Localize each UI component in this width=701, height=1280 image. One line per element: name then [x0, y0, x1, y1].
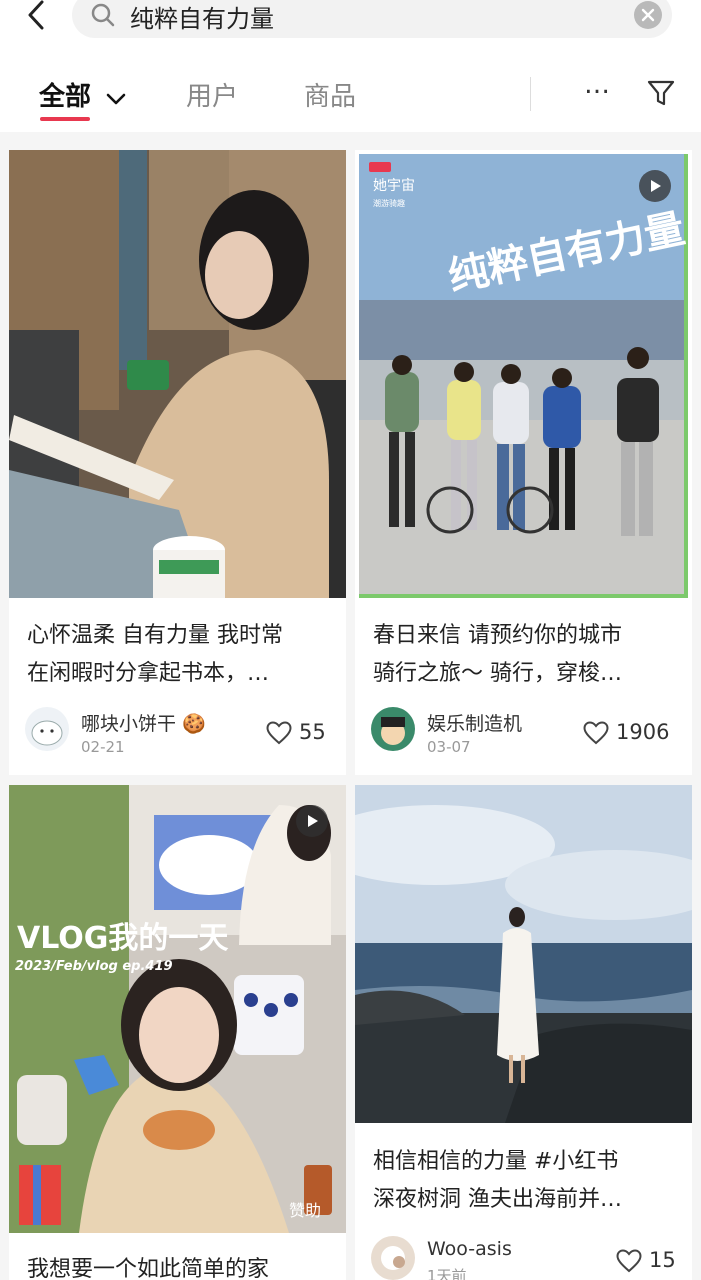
- post-title: 相信相信的力量 #小红书 深夜树洞 渔夫出海前并…: [373, 1143, 673, 1219]
- chevron-down-icon: [106, 83, 126, 113]
- post-cover-image: [9, 150, 346, 598]
- tab-users[interactable]: 用户: [186, 76, 238, 113]
- post-cover-image: VLOG我的一天 2023/Feb/vlog ep.419 赞助: [9, 785, 346, 1233]
- active-tab-indicator: [40, 117, 90, 121]
- post-card[interactable]: 心怀温柔 自有力量 我时常 在闲暇时分拿起书本，… 哪块小饼干 🍪 02-21 …: [9, 150, 346, 775]
- heart-icon[interactable]: [266, 721, 292, 745]
- post-cover-image: 她宇宙 潮游骑趣 纯粹自有力量: [355, 150, 692, 598]
- post-card[interactable]: VLOG我的一天 2023/Feb/vlog ep.419 赞助 我想要一个如此…: [9, 785, 346, 1280]
- sponsor-label: 赞助: [289, 1201, 322, 1220]
- play-icon[interactable]: [639, 170, 671, 202]
- tab-goods[interactable]: 商品: [304, 76, 356, 113]
- tab-all-label: 全部: [39, 82, 92, 112]
- more-button[interactable]: …: [584, 70, 612, 100]
- heart-icon[interactable]: [616, 1249, 642, 1273]
- back-arrow-icon[interactable]: [22, 0, 54, 32]
- post-card[interactable]: 她宇宙 潮游骑趣 纯粹自有力量 春日来信 请预约你的城市 骑行之旅～ 骑行，穿梭…: [355, 150, 692, 775]
- tab-divider: [530, 77, 531, 111]
- top-bar: 纯粹自有力量: [0, 0, 701, 42]
- like-count: 55: [299, 720, 326, 744]
- post-title-line: 骑行之旅～ 骑行，穿梭…: [373, 661, 622, 686]
- filter-tabs: 全部 用户 商品 …: [0, 42, 701, 132]
- like-count: 1906: [616, 720, 670, 744]
- avatar[interactable]: [371, 707, 415, 751]
- author-name[interactable]: 娱乐制造机: [427, 709, 522, 736]
- play-icon[interactable]: [296, 805, 328, 837]
- post-date: 1天前: [427, 1267, 467, 1280]
- post-cover-image: [355, 785, 692, 1123]
- post-title-line: 春日来信 请预约你的城市: [373, 623, 622, 648]
- search-icon: [90, 2, 116, 28]
- poster-brand-sub: 潮游骑趣: [373, 198, 405, 208]
- poster-brand: 她宇宙: [373, 178, 415, 194]
- author-name[interactable]: 哪块小饼干 🍪: [81, 709, 206, 736]
- post-title-line: 相信相信的力量 #小红书: [373, 1149, 619, 1174]
- filter-icon[interactable]: [646, 78, 676, 108]
- post-date: 03-07: [427, 738, 471, 756]
- post-title: 我想要一个如此简单的家: [27, 1251, 327, 1280]
- post-date: 02-21: [81, 738, 125, 756]
- search-input[interactable]: 纯粹自有力量: [130, 0, 274, 34]
- post-card[interactable]: 相信相信的力量 #小红书 深夜树洞 渔夫出海前并… Woo-asis 1天前 1…: [355, 785, 692, 1280]
- post-title: 春日来信 请预约你的城市 骑行之旅～ 骑行，穿梭…: [373, 617, 673, 693]
- avatar[interactable]: [25, 707, 69, 751]
- like-count: 15: [649, 1248, 676, 1272]
- heart-icon[interactable]: [583, 721, 609, 745]
- vlog-overlay-subtitle: 2023/Feb/vlog ep.419: [15, 959, 173, 974]
- post-title-line: 深夜树洞 渔夫出海前并…: [373, 1187, 622, 1212]
- search-bar[interactable]: 纯粹自有力量: [72, 0, 672, 38]
- post-title-line: 在闲暇时分拿起书本，…: [27, 661, 270, 686]
- tab-all[interactable]: 全部: [39, 76, 126, 113]
- post-title-line: 心怀温柔 自有力量 我时常: [27, 623, 283, 648]
- post-title-line: 我想要一个如此简单的家: [27, 1257, 270, 1280]
- author-name[interactable]: Woo-asis: [427, 1238, 512, 1260]
- clear-icon[interactable]: [634, 1, 662, 29]
- post-title: 心怀温柔 自有力量 我时常 在闲暇时分拿起书本，…: [27, 617, 327, 693]
- avatar[interactable]: [371, 1236, 415, 1280]
- vlog-overlay-title: VLOG我的一天: [17, 921, 229, 956]
